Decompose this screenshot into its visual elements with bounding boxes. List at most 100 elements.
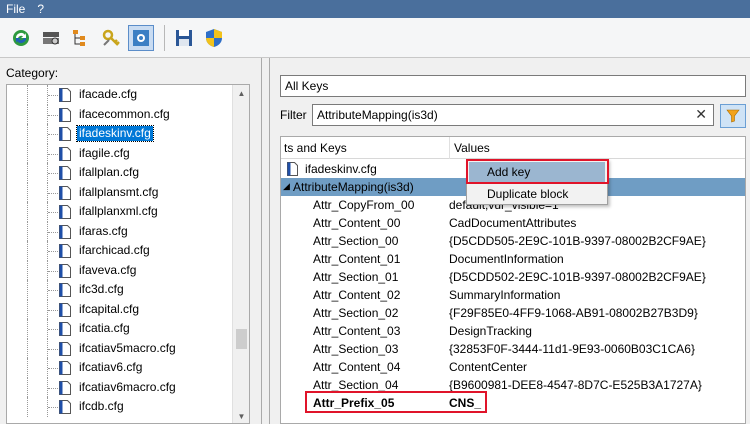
tree-guide-line — [27, 163, 28, 183]
key-row[interactable]: Attr_Section_01 {D5CDD502-2E9C-101B-9397-… — [281, 268, 745, 286]
file-icon — [59, 88, 71, 102]
key-name: Attr_Section_00 — [313, 234, 399, 248]
block-node-label: AttributeMapping(is3d) — [293, 180, 414, 194]
tree-item[interactable]: ifcapital.cfg — [7, 299, 233, 319]
key-row[interactable]: Attr_Content_03 DesignTracking — [281, 322, 745, 340]
tree-item[interactable]: ifcatiav6macro.cfg — [7, 377, 233, 397]
key-row[interactable]: Attr_Content_02 SummaryInformation — [281, 286, 745, 304]
tree-item[interactable]: ifaras.cfg — [7, 221, 233, 241]
column-separator[interactable] — [449, 137, 450, 159]
key-row[interactable]: Attr_Content_00 CadDocumentAttributes — [281, 214, 745, 232]
tree-branch-line — [48, 270, 58, 272]
menu-help[interactable]: ? — [31, 2, 50, 16]
key-row[interactable]: Attr_Section_00 {D5CDD505-2E9C-101B-9397-… — [281, 232, 745, 250]
menu-file[interactable]: File — [0, 2, 31, 16]
menu-item-add-key[interactable]: Add key — [469, 162, 605, 182]
key-value: DesignTracking — [449, 324, 532, 338]
tree-guide-line — [27, 319, 28, 339]
tree-branch-line — [48, 407, 58, 408]
key-value: {F29F85E0-4FF9-1068-AB91-08002B27B3D9} — [449, 306, 698, 320]
menu-item-duplicate-block[interactable]: Duplicate block — [469, 184, 605, 204]
key-name: Attr_Section_02 — [313, 306, 399, 320]
new-key-name[interactable]: Attr_Prefix_05 — [313, 396, 394, 410]
tree-guide-line — [27, 358, 28, 378]
toolbar-separator — [164, 24, 165, 51]
new-key-value[interactable]: CNS_ — [449, 396, 481, 410]
tree-item[interactable]: ifallplan.cfg — [7, 163, 233, 183]
new-key-row[interactable]: Attr_Prefix_05 CNS_ — [281, 394, 745, 412]
file-icon — [59, 107, 71, 122]
tree-branch-line — [48, 173, 58, 174]
file-icon — [59, 322, 71, 336]
tree-branch-line — [48, 348, 58, 350]
key-name: Attr_Section_01 — [313, 270, 399, 284]
tree-item-label: ifarchicad.cfg — [79, 243, 150, 257]
scroll-down-arrow-icon[interactable]: ▼ — [233, 408, 249, 423]
filter-input-value: AttributeMapping(is3d) — [317, 108, 438, 122]
tree-item[interactable]: ifcdb.cfg — [7, 397, 233, 417]
tree-guide-line — [27, 260, 28, 280]
file-icon — [59, 400, 71, 414]
apply-filter-button[interactable] — [720, 104, 746, 128]
tree-item[interactable]: ifallplansmt.cfg — [7, 182, 233, 202]
tree-item[interactable]: ifcatiav6.cfg — [7, 358, 233, 378]
key-row[interactable]: Attr_Section_03 {32853F0F-3444-11d1-9E93-… — [281, 340, 745, 358]
refresh-button[interactable] — [8, 25, 34, 51]
tree-branch-line — [48, 212, 58, 213]
splitter[interactable] — [262, 58, 270, 424]
tree-item[interactable]: ifacecommon.cfg — [7, 104, 233, 124]
settings-button[interactable] — [38, 25, 64, 51]
tree-branch-line — [48, 368, 58, 369]
tree-branch-line — [48, 114, 58, 116]
tree-item[interactable]: ifallplanxml.cfg — [7, 202, 233, 222]
tree-item[interactable]: ifc3d.cfg — [7, 280, 233, 300]
tree-button[interactable] — [68, 25, 94, 51]
key-value: {32853F0F-3444-11d1-9E93-0060B03C1CA6} — [449, 342, 695, 356]
keys-dropdown[interactable]: All Keys — [280, 75, 746, 97]
file-icon — [59, 244, 71, 258]
tree-branch-line — [48, 329, 58, 330]
save-button[interactable] — [171, 25, 197, 51]
scroll-up-arrow-icon[interactable]: ▲ — [233, 85, 249, 102]
tree-item[interactable]: ifcatiav5macro.cfg — [7, 338, 233, 358]
tree-item[interactable]: ifacade.cfg — [7, 85, 233, 105]
tree-branch-line — [48, 231, 58, 233]
toolbar — [0, 18, 750, 58]
file-icon — [59, 380, 71, 395]
key-tool-icon — [102, 29, 120, 46]
config-active-button[interactable] — [128, 24, 154, 51]
key-tool-button[interactable] — [98, 25, 124, 51]
file-icon — [287, 162, 298, 176]
category-tree[interactable]: ifacade.cfg ifacecommon.cfg ifadeskinv.cfg… — [6, 84, 250, 424]
column-header-keys[interactable]: ts and Keys — [284, 141, 347, 155]
key-row[interactable]: Attr_Content_04 ContentCenter — [281, 358, 745, 376]
key-name: Attr_Content_03 — [313, 324, 401, 338]
key-row[interactable]: Attr_Section_04 {B9600981-DEE8-4547-8D7C-… — [281, 376, 745, 394]
tree-guide-line — [27, 85, 28, 105]
filter-input[interactable]: AttributeMapping(is3d) ✕ — [312, 104, 714, 126]
tree-scrollbar[interactable]: ▲ ▼ — [232, 85, 249, 423]
tree-guide-line — [27, 182, 28, 202]
file-icon — [59, 185, 71, 200]
scroll-thumb[interactable] — [236, 329, 247, 349]
key-name: Attr_Content_00 — [313, 216, 401, 230]
key-row[interactable]: Attr_Content_01 DocumentInformation — [281, 250, 745, 268]
column-header-values[interactable]: Values — [454, 141, 490, 155]
tree-item[interactable]: ifaveva.cfg — [7, 260, 233, 280]
tree-structure-icon — [73, 29, 85, 46]
clear-filter-icon[interactable]: ✕ — [695, 106, 707, 123]
key-row[interactable]: Attr_Section_02 {F29F85E0-4FF9-1068-AB91-… — [281, 304, 745, 322]
tree-branch-line — [48, 95, 58, 96]
expand-arrow-icon[interactable]: ◢ — [283, 181, 290, 192]
tree-item[interactable]: ifagile.cfg — [7, 143, 233, 163]
tree-guide-line — [27, 397, 28, 417]
file-node-label: ifadeskinv.cfg — [305, 162, 377, 176]
tree-item[interactable]: ifcatia.cfg — [7, 319, 233, 339]
security-button[interactable] — [201, 25, 227, 51]
tree-guide-line — [27, 104, 28, 124]
key-value: DocumentInformation — [449, 252, 564, 266]
refresh-icon — [13, 29, 29, 46]
tree-branch-line — [48, 290, 58, 291]
tree-item[interactable]: ifadeskinv.cfg — [7, 124, 233, 144]
tree-item[interactable]: ifarchicad.cfg — [7, 241, 233, 261]
